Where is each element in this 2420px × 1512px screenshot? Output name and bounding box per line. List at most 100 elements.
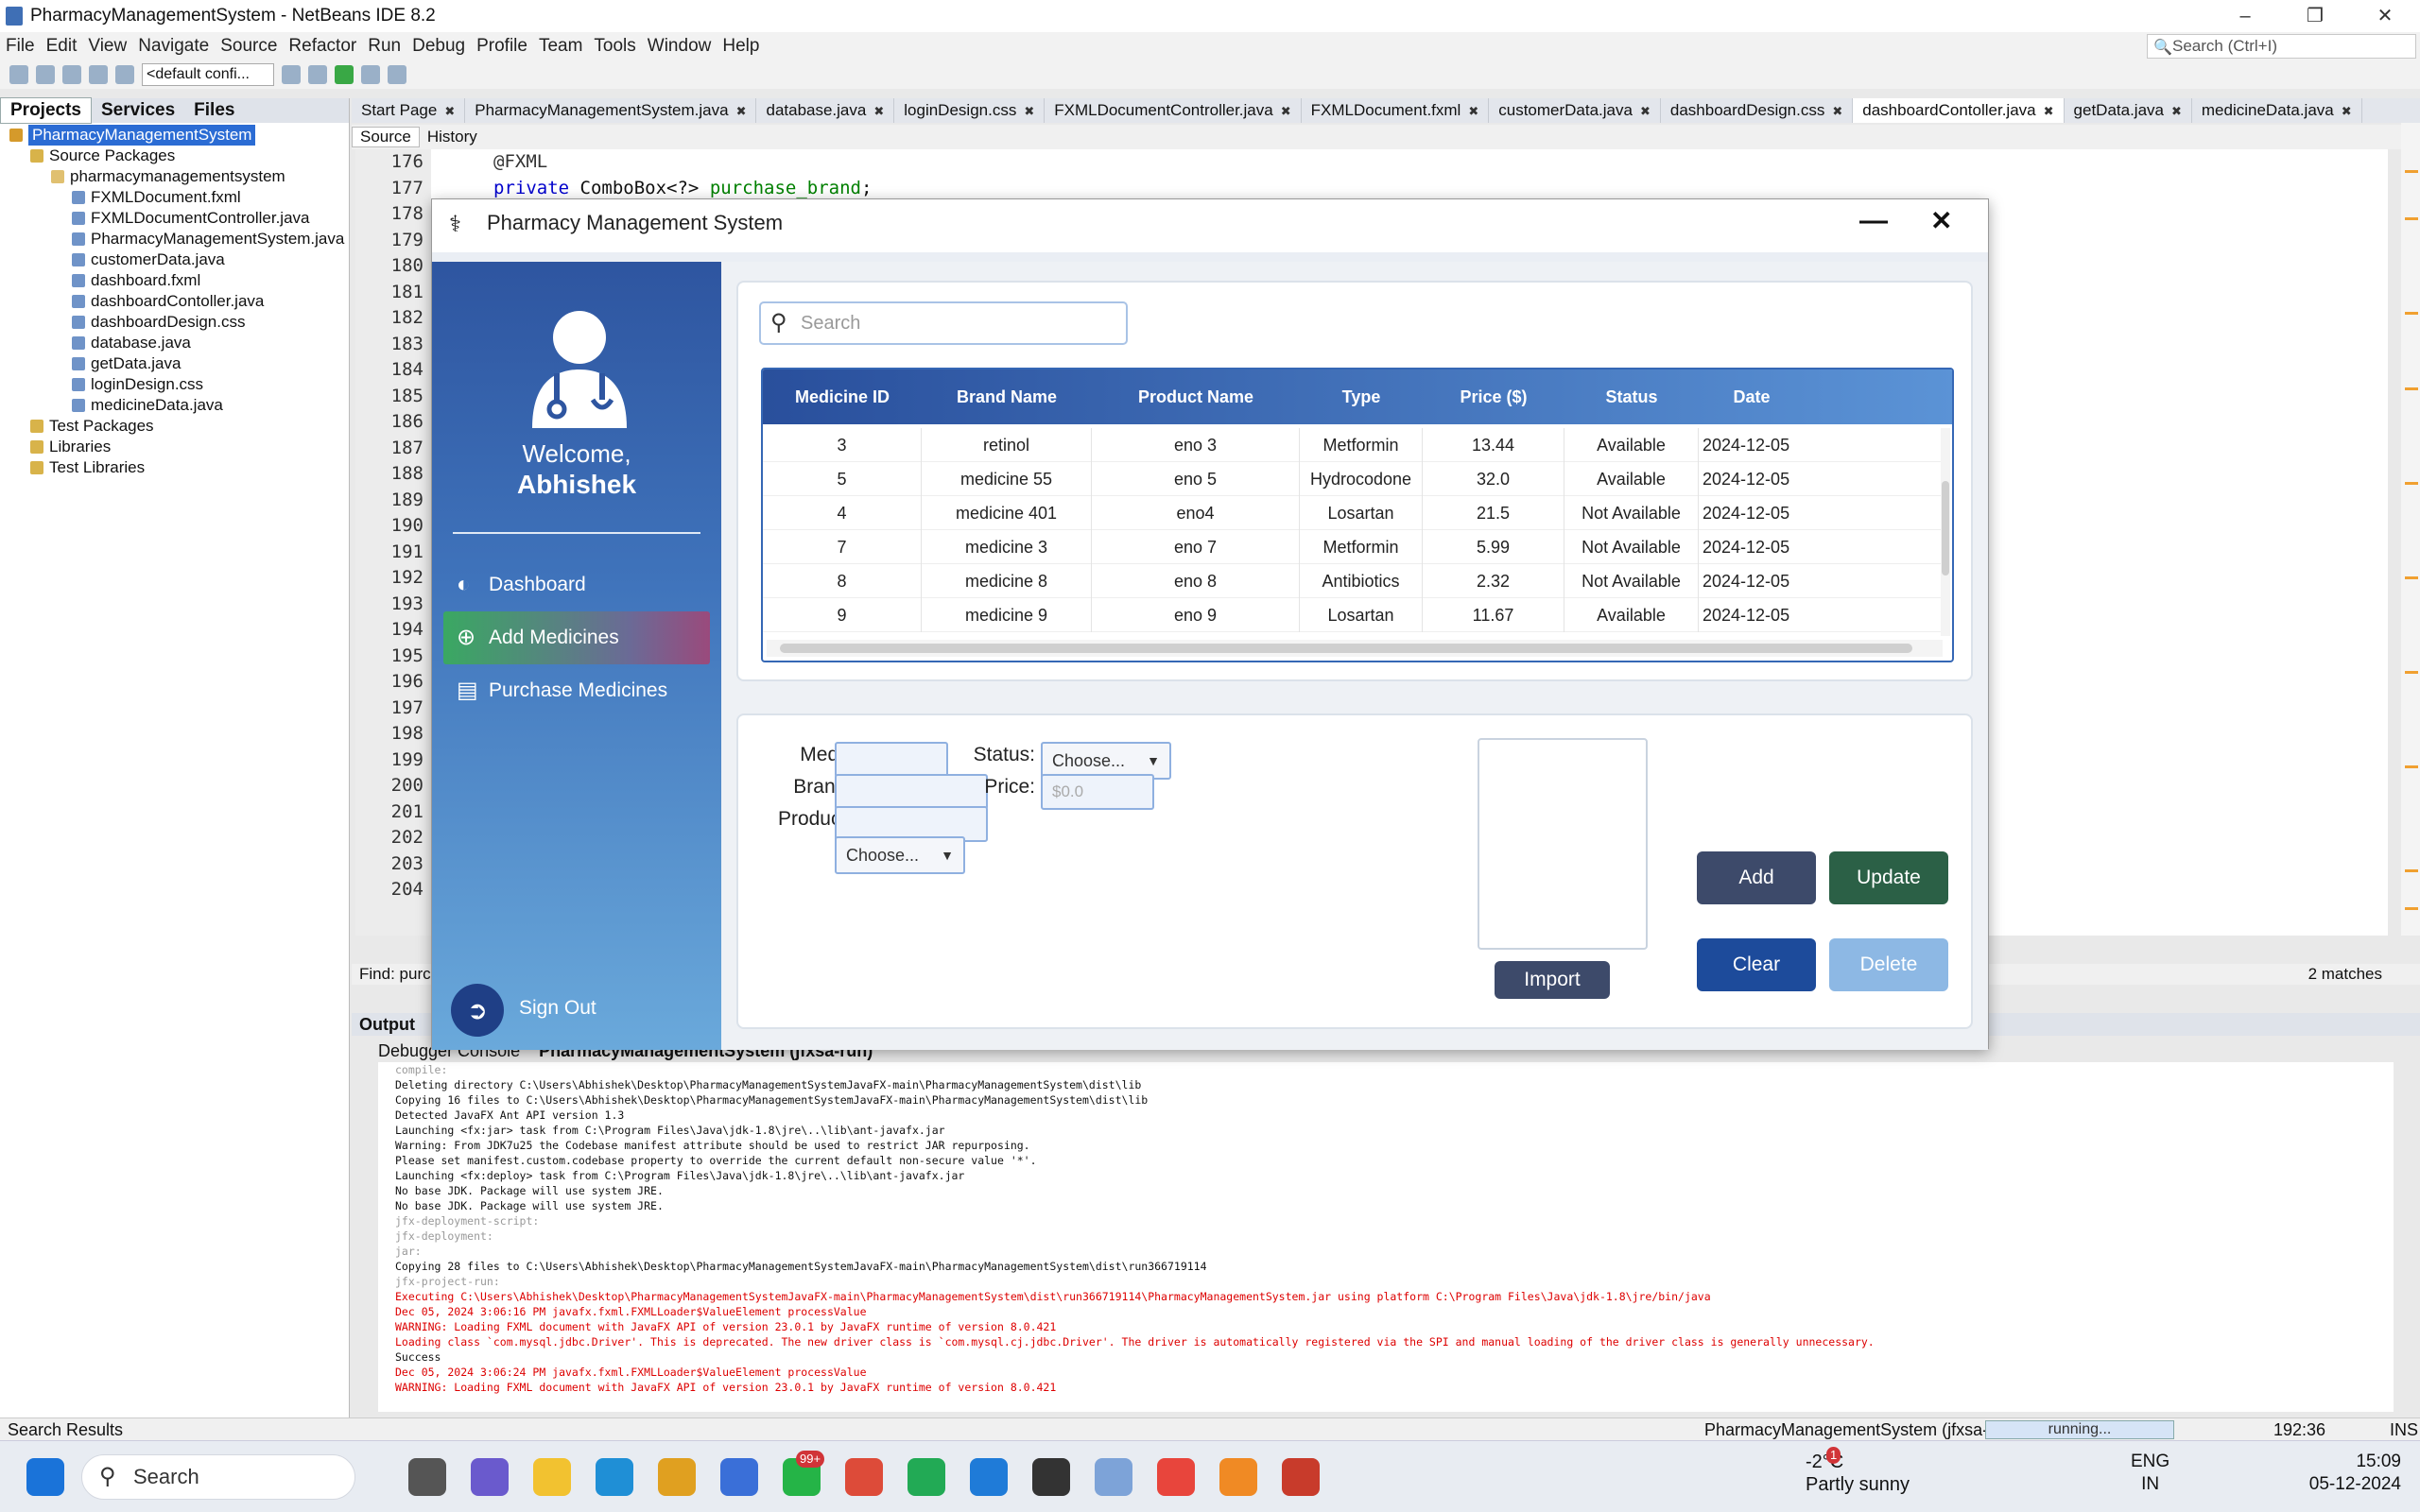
menu-profile[interactable]: Profile bbox=[471, 36, 533, 57]
menu-window[interactable]: Window bbox=[642, 36, 717, 57]
import-button[interactable]: Import bbox=[1495, 961, 1610, 999]
menu-tools[interactable]: Tools bbox=[588, 36, 641, 57]
menu-source[interactable]: Source bbox=[215, 36, 283, 57]
tree-item[interactable]: customerData.java bbox=[0, 249, 349, 270]
editor-tab[interactable]: medicineData.java ✖ bbox=[2192, 98, 2362, 123]
tree-item[interactable]: Test Libraries bbox=[0, 457, 349, 478]
restore-window-button[interactable]: ❐ bbox=[2280, 0, 2350, 32]
close-tab-icon[interactable]: ✖ bbox=[1640, 104, 1651, 118]
close-tab-icon[interactable]: ✖ bbox=[1468, 104, 1478, 118]
tree-item[interactable]: Source Packages bbox=[0, 146, 349, 166]
close-tab-icon[interactable]: ✖ bbox=[444, 104, 455, 118]
menu-edit[interactable]: Edit bbox=[41, 36, 83, 57]
status-search-results[interactable]: Search Results bbox=[8, 1418, 123, 1441]
nav-dashboard[interactable]: ◐ Dashboard bbox=[443, 558, 710, 611]
tree-item[interactable]: dashboardDesign.css bbox=[0, 312, 349, 333]
tree-item[interactable]: dashboard.fxml bbox=[0, 270, 349, 291]
chrome-icon[interactable] bbox=[845, 1458, 883, 1496]
menu-run[interactable]: Run bbox=[362, 36, 406, 57]
output-console[interactable]: compile: Deleting directory C:\Users\Abhi… bbox=[378, 1062, 2394, 1412]
close-tab-icon[interactable]: ✖ bbox=[2044, 104, 2054, 118]
close-tab-icon[interactable]: ✖ bbox=[2342, 104, 2352, 118]
new-project-icon[interactable] bbox=[9, 65, 28, 84]
start-button-icon[interactable] bbox=[26, 1458, 64, 1496]
tree-item[interactable]: FXMLDocumentController.java bbox=[0, 208, 349, 229]
app-icon[interactable] bbox=[1219, 1458, 1257, 1496]
menu-debug[interactable]: Debug bbox=[406, 36, 471, 57]
tree-item[interactable]: PharmacyManagementSystem bbox=[0, 125, 349, 146]
editor-tab[interactable]: FXMLDocument.fxml ✖ bbox=[1302, 98, 1490, 123]
clear-button[interactable]: Clear bbox=[1697, 938, 1816, 991]
type-select[interactable]: Choose... ▼ bbox=[835, 836, 965, 874]
table-row[interactable]: 3 retinol eno 3 Metformin 13.44 Available 2024… bbox=[763, 428, 1945, 462]
undo-icon[interactable] bbox=[89, 65, 108, 84]
app-icon[interactable] bbox=[720, 1458, 758, 1496]
taskbar-search[interactable]: ⚲ Search bbox=[81, 1454, 355, 1500]
table-vertical-scrollbar[interactable] bbox=[1941, 428, 1950, 636]
profile-icon[interactable] bbox=[388, 65, 406, 84]
ide-search-input[interactable]: 🔍 Search (Ctrl+I) bbox=[2147, 34, 2416, 59]
update-button[interactable]: Update bbox=[1829, 851, 1948, 904]
app-icon[interactable] bbox=[1095, 1458, 1132, 1496]
edge-icon[interactable] bbox=[596, 1458, 633, 1496]
tree-item[interactable]: Libraries bbox=[0, 437, 349, 457]
menu-file[interactable]: File bbox=[0, 36, 41, 57]
close-tab-icon[interactable]: ✖ bbox=[1281, 104, 1291, 118]
save-all-icon[interactable] bbox=[62, 65, 81, 84]
editor-tab[interactable]: dashboardContoller.java ✖ bbox=[1853, 98, 2065, 123]
file-explorer-icon[interactable] bbox=[533, 1458, 571, 1496]
tree-item[interactable]: medicineData.java bbox=[0, 395, 349, 416]
column-header[interactable]: Date bbox=[1699, 369, 1805, 424]
column-header[interactable]: Status bbox=[1564, 369, 1699, 424]
nav-purchase-medicines[interactable]: ▤ Purchase Medicines bbox=[443, 664, 710, 717]
editor-tab[interactable]: database.java ✖ bbox=[756, 98, 895, 123]
column-header[interactable]: Medicine ID bbox=[763, 369, 922, 424]
menu-view[interactable]: View bbox=[82, 36, 132, 57]
tab-history[interactable]: History bbox=[420, 128, 485, 146]
weather-widget[interactable]: -2°C Partly sunny bbox=[1806, 1451, 1910, 1496]
open-project-icon[interactable] bbox=[36, 65, 55, 84]
tree-item[interactable]: database.java bbox=[0, 333, 349, 353]
table-row[interactable]: 4 medicine 401 eno4 Losartan 21.5 Not Availab… bbox=[763, 496, 1945, 530]
add-button[interactable]: Add bbox=[1697, 851, 1816, 904]
medicine-search-input[interactable]: ⚲ Search bbox=[759, 301, 1128, 345]
menu-refactor[interactable]: Refactor bbox=[283, 36, 362, 57]
editor-tab[interactable]: getData.java ✖ bbox=[2065, 98, 2192, 123]
minimize-window-button[interactable]: – bbox=[2210, 0, 2280, 32]
store-icon[interactable] bbox=[658, 1458, 696, 1496]
tab-source[interactable]: Source bbox=[352, 127, 420, 147]
close-window-button[interactable]: ✕ bbox=[2350, 0, 2420, 32]
redo-icon[interactable] bbox=[115, 65, 134, 84]
vscode-icon[interactable] bbox=[970, 1458, 1008, 1496]
table-row[interactable]: 7 medicine 3 eno 7 Metformin 5.99 Not Availab… bbox=[763, 530, 1945, 564]
table-horizontal-scrollbar[interactable] bbox=[767, 640, 1943, 657]
editor-tab[interactable]: FXMLDocumentController.java ✖ bbox=[1045, 98, 1302, 123]
tab-files[interactable]: Files bbox=[184, 98, 244, 123]
tree-item[interactable]: getData.java bbox=[0, 353, 349, 374]
terminal-icon[interactable] bbox=[1032, 1458, 1070, 1496]
close-tab-icon[interactable]: ✖ bbox=[873, 104, 884, 118]
column-header[interactable]: Type bbox=[1300, 369, 1423, 424]
menu-team[interactable]: Team bbox=[533, 36, 588, 57]
close-app-button[interactable]: ✕ bbox=[1930, 205, 1952, 236]
app-icon[interactable] bbox=[908, 1458, 945, 1496]
debug-icon[interactable] bbox=[361, 65, 380, 84]
tab-projects[interactable]: Projects bbox=[0, 97, 92, 124]
menu-help[interactable]: Help bbox=[717, 36, 765, 57]
clean-build-icon[interactable] bbox=[308, 65, 327, 84]
close-tab-icon[interactable]: ✖ bbox=[1024, 104, 1034, 118]
table-row[interactable]: 8 medicine 8 eno 8 Antibiotics 2.32 Not Avail… bbox=[763, 564, 1945, 598]
tree-item[interactable]: Test Packages bbox=[0, 416, 349, 437]
editor-tab[interactable]: Start Page ✖ bbox=[352, 98, 466, 123]
column-header[interactable]: Brand Name bbox=[922, 369, 1092, 424]
language-indicator[interactable]: ENG IN bbox=[2131, 1451, 2169, 1496]
tree-item[interactable]: FXMLDocument.fxml bbox=[0, 187, 349, 208]
clock[interactable]: 15:09 05-12-2024 bbox=[2288, 1451, 2401, 1496]
configuration-select[interactable]: <default confi... bbox=[142, 63, 274, 86]
close-tab-icon[interactable]: ✖ bbox=[1832, 104, 1842, 118]
java-icon[interactable] bbox=[1282, 1458, 1320, 1496]
tab-services[interactable]: Services bbox=[92, 98, 184, 123]
price-field[interactable]: $0.0 bbox=[1041, 774, 1154, 810]
delete-button[interactable]: Delete bbox=[1829, 938, 1948, 991]
editor-tab[interactable]: PharmacyManagementSystem.java ✖ bbox=[465, 98, 757, 123]
